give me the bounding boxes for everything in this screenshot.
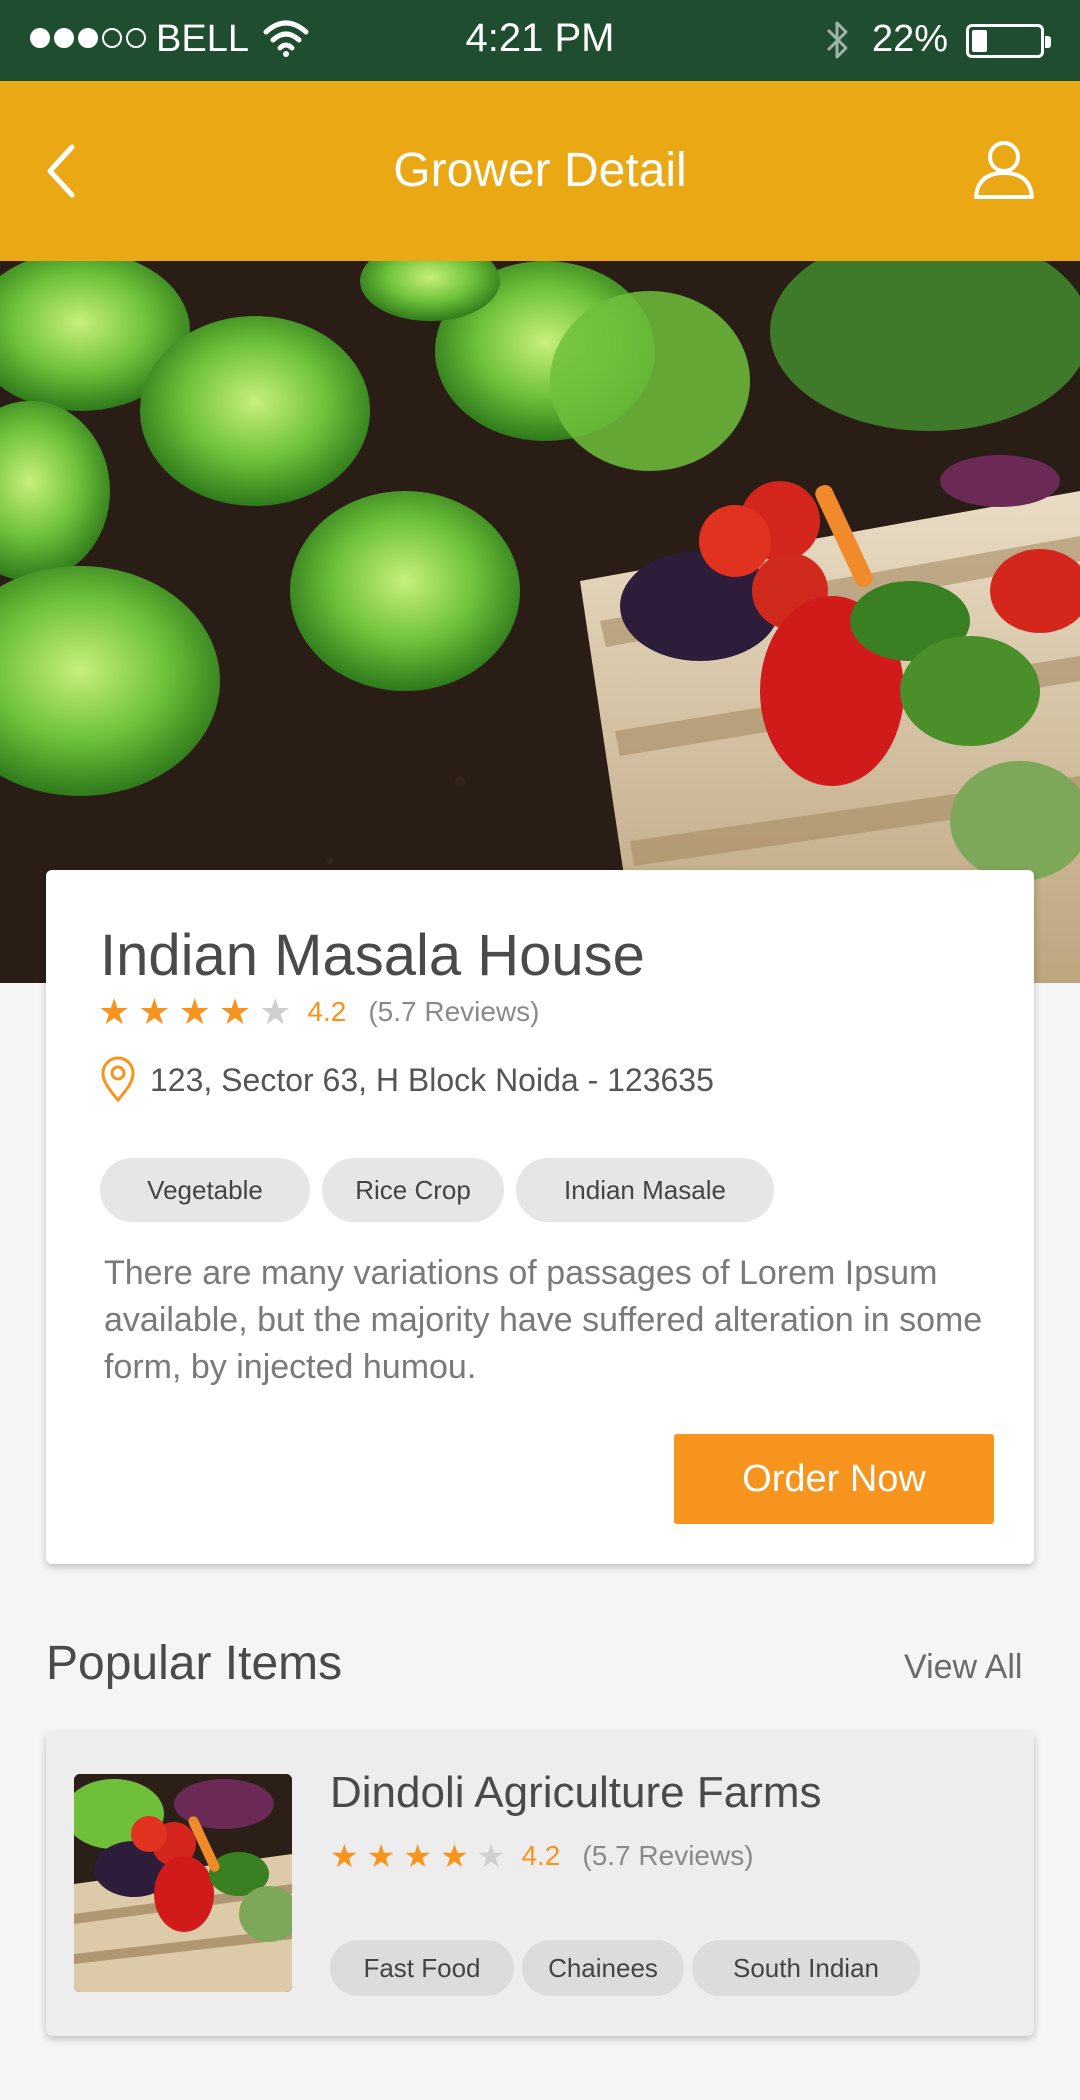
status-bar: BELL 4:21 PM 22% — [0, 0, 1080, 81]
star-icon: ★ — [259, 991, 292, 1032]
star-icon: ★ — [178, 991, 211, 1032]
item-name: Dindoli Agriculture Farms — [330, 1768, 822, 1817]
star-icon: ★ — [138, 991, 171, 1032]
tag-chip[interactable]: South Indian — [692, 1940, 920, 1996]
item-tags: Fast Food Chainees South Indian — [330, 1940, 920, 1996]
star-icon: ★ — [218, 991, 252, 1032]
grower-detail-card: Indian Masala House ★ ★ ★ ★ ★ 4.2 (5.7 R… — [46, 870, 1034, 1564]
review-count: (5.7 Reviews) — [368, 996, 540, 1027]
tag-chip[interactable]: Indian Masale — [516, 1158, 774, 1222]
address-row: 123, Sector 63, H Block Noida - 123635 — [98, 1056, 714, 1104]
tag-chip[interactable]: Vegetable — [100, 1158, 310, 1222]
rating-value: 4.2 — [307, 996, 347, 1027]
bluetooth-icon — [826, 21, 848, 59]
user-icon[interactable] — [972, 137, 1036, 201]
item-rating: ★ ★ ★ ★ ★ 4.2 (5.7 Reviews) — [330, 1840, 754, 1872]
grower-description: There are many variations of passages of… — [104, 1254, 983, 1386]
section-title: Popular Items — [46, 1637, 343, 1690]
star-icon: ★ — [366, 1838, 396, 1874]
tag-chip[interactable]: Chainees — [522, 1940, 684, 1996]
grower-rating: ★ ★ ★ ★ ★ 4.2 (5.7 Reviews) — [98, 994, 540, 1030]
rating-value: 4.2 — [521, 1840, 561, 1871]
review-count: (5.7 Reviews) — [582, 1840, 754, 1871]
grower-tags: Vegetable Rice Crop Indian Masale — [100, 1158, 774, 1222]
view-all-link[interactable]: View All — [904, 1648, 1022, 1687]
popular-item-card[interactable]: Dindoli Agriculture Farms ★ ★ ★ ★ ★ 4.2 … — [46, 1732, 1034, 2036]
tag-chip[interactable]: Rice Crop — [322, 1158, 504, 1222]
grower-address: 123, Sector 63, H Block Noida - 123635 — [150, 1061, 714, 1098]
star-icon: ★ — [98, 991, 131, 1032]
battery-icon — [966, 24, 1051, 58]
star-icon: ★ — [330, 1838, 359, 1874]
app-header: Grower Detail — [0, 81, 1080, 261]
tag-chip[interactable]: Fast Food — [330, 1940, 514, 1996]
order-now-button[interactable]: Order Now — [674, 1434, 994, 1524]
star-icon: ★ — [476, 1838, 506, 1874]
page-title: Grower Detail — [393, 144, 687, 197]
star-icon: ★ — [440, 1838, 469, 1874]
location-pin-icon — [101, 1056, 135, 1103]
item-thumbnail — [74, 1774, 292, 1992]
battery-percent: 22% — [872, 18, 949, 60]
star-icon: ★ — [403, 1838, 433, 1874]
grower-name: Indian Masala House — [100, 923, 645, 988]
